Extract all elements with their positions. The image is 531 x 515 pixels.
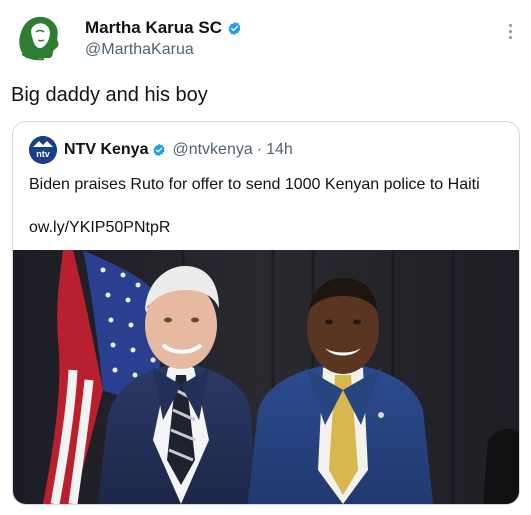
author-avatar[interactable] xyxy=(10,8,66,64)
separator-dot: · xyxy=(256,141,263,158)
author-name-row[interactable]: Martha Karua SC xyxy=(85,18,242,38)
photo-two-men-flag-icon[interactable] xyxy=(13,250,519,504)
ntv-logo-text: ntv xyxy=(36,149,50,159)
author-handle[interactable]: @MarthaKarua xyxy=(85,41,194,59)
portrait-logo-icon xyxy=(19,16,59,61)
verified-badge-icon xyxy=(153,143,165,157)
quoted-tweet-card[interactable]: ntv NTV Kenya @ntvkenya · 14h Biden prai… xyxy=(12,121,520,505)
quoted-tweet-header: ntv NTV Kenya @ntvkenya · 14h xyxy=(29,136,293,164)
ntv-logo-icon: ntv xyxy=(29,136,57,164)
verified-badge-icon xyxy=(228,21,241,35)
quoted-author-avatar[interactable]: ntv xyxy=(29,136,57,164)
tweet-text: Big daddy and his boy xyxy=(11,84,208,106)
quoted-tweet-text: Biden praises Ruto for offer to send 100… xyxy=(29,176,480,193)
quoted-timestamp[interactable]: 14h xyxy=(266,141,293,159)
quoted-display-name[interactable]: NTV Kenya xyxy=(64,141,148,159)
quoted-tweet-link[interactable]: ow.ly/YKIP50PNtpR xyxy=(29,219,170,237)
quoted-handle[interactable]: @ntvkenya xyxy=(172,141,252,159)
author-display-name[interactable]: Martha Karua SC xyxy=(85,18,222,38)
more-options-icon[interactable] xyxy=(509,24,513,39)
